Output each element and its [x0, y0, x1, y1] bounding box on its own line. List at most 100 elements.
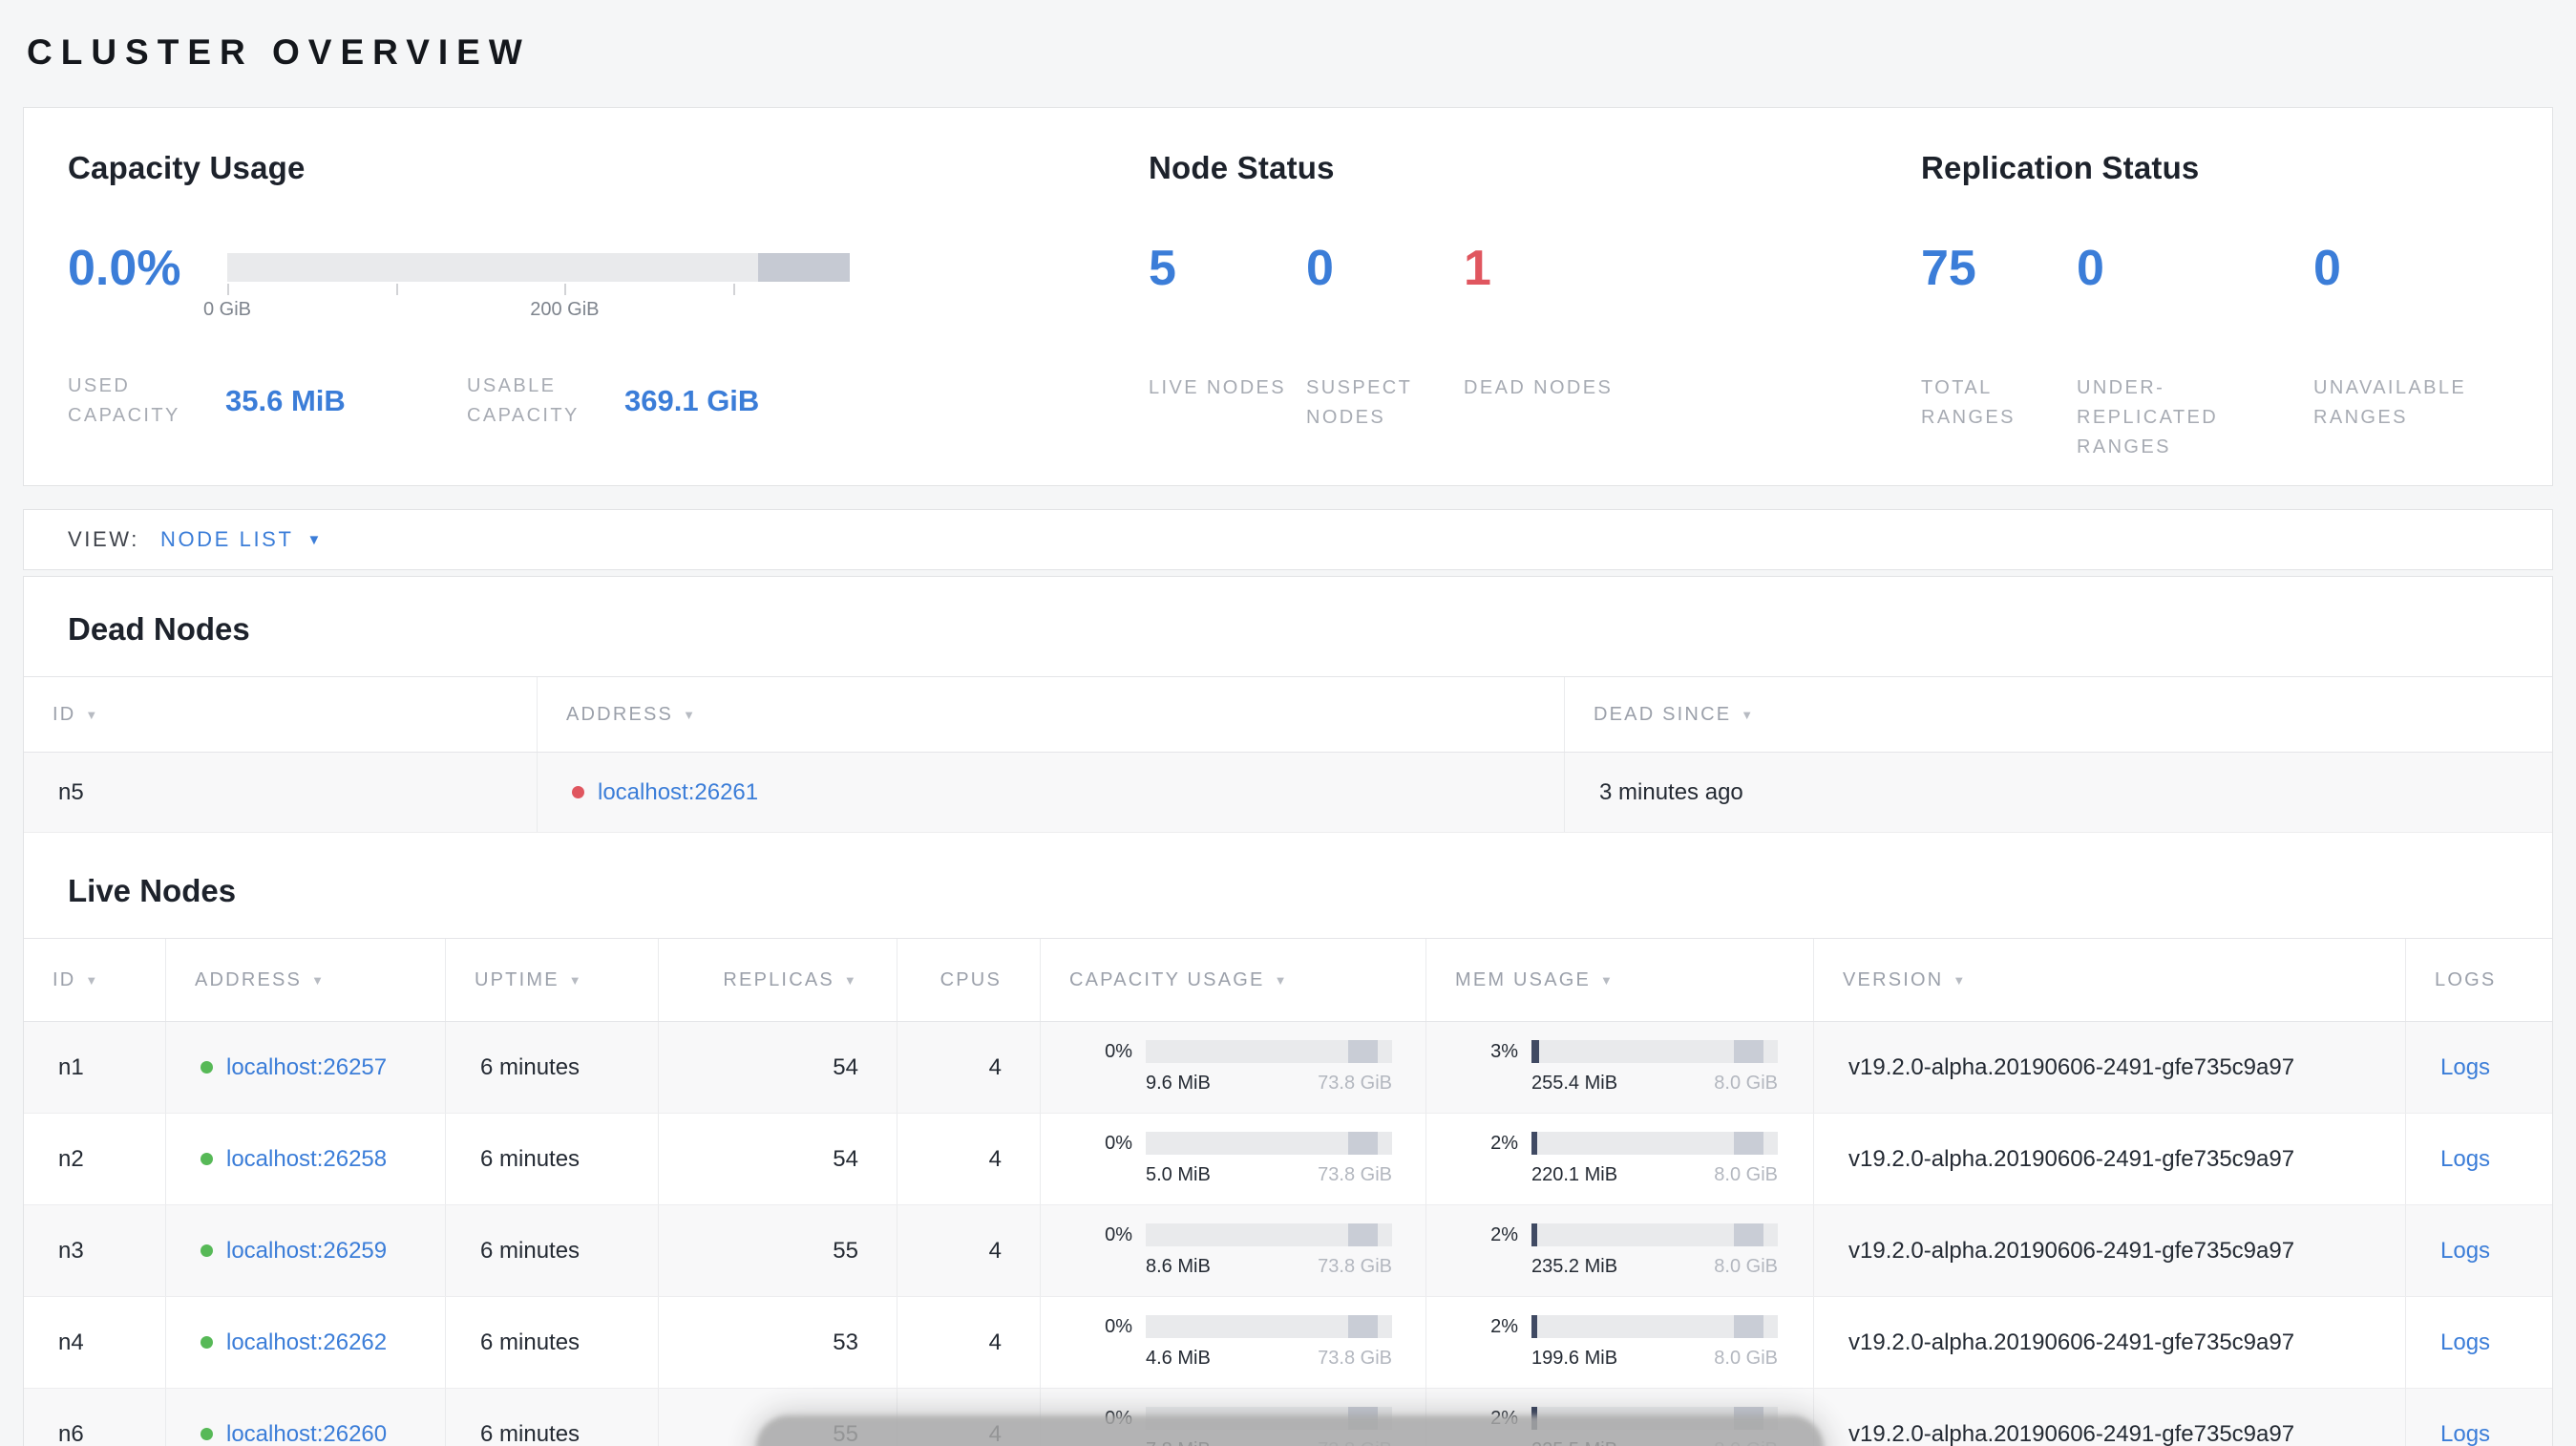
mem-mini-bar: [1531, 1040, 1778, 1063]
dead-nodes-count: 1: [1464, 241, 1491, 296]
total-ranges-label: TOTAL RANGES: [1921, 377, 2016, 428]
column-header-uptime[interactable]: UPTIME ▼: [445, 939, 658, 1021]
logs-link[interactable]: Logs: [2440, 1054, 2490, 1081]
suspect-nodes-stat: 0 SUSPECT NODES: [1306, 244, 1464, 433]
capacity-total-value: 73.8 GiB: [1318, 1256, 1392, 1277]
mem-usage-cell: 2% 235.2 MiB 8.0 GiB: [1425, 1205, 1813, 1296]
node-address-cell: localhost:26258: [165, 1114, 445, 1204]
capacity-usage-gauge: 0.0% 0 GiB 200 GiB: [68, 244, 1149, 349]
node-id-cell: n5: [58, 778, 84, 805]
node-status-section: Node Status 5 LIVE NODES 0 SUSPECT NODES…: [1149, 150, 1921, 485]
total-ranges-stat: 75 TOTAL RANGES: [1921, 244, 2077, 462]
under-replicated-ranges-count: 0: [2077, 241, 2104, 296]
version-cell: v19.2.0-alpha.20190606-2491-gfe735c9a97: [1813, 1297, 2405, 1388]
node-address-link[interactable]: localhost:26262: [226, 1329, 387, 1356]
cpus-cell: 4: [897, 1022, 1040, 1113]
column-header-dead-since[interactable]: DEAD SINCE ▼: [1564, 677, 2552, 752]
column-header-cpus[interactable]: CPUS: [897, 939, 1040, 1021]
dead-nodes-header-row: ID ▼ ADDRESS ▼ DEAD SINCE ▼: [24, 676, 2552, 753]
capacity-percent: 0%: [1105, 1132, 1132, 1154]
unavailable-ranges-count: 0: [2313, 241, 2341, 296]
live-nodes-stat: 5 LIVE NODES: [1149, 244, 1306, 433]
replication-status-section: Replication Status 75 TOTAL RANGES 0 UND…: [1921, 150, 2552, 485]
capacity-percent: 0%: [1105, 1315, 1132, 1337]
column-header-logs[interactable]: LOGS: [2405, 939, 2552, 1021]
view-selector-dropdown[interactable]: NODE LIST ▼: [160, 527, 324, 552]
capacity-axis-tick: [564, 284, 567, 295]
node-address-cell: localhost:26261: [537, 753, 1564, 832]
replicas-cell: 55: [658, 1205, 897, 1296]
column-header-address[interactable]: ADDRESS ▼: [537, 677, 1564, 752]
capacity-axis-tick: [395, 284, 398, 295]
node-address-link[interactable]: localhost:26258: [226, 1146, 387, 1173]
capacity-total-value: 73.8 GiB: [1318, 1164, 1392, 1185]
live-node-row: n2 localhost:26258 6 minutes 54 4 0% 5.0…: [24, 1114, 2552, 1205]
node-address-link[interactable]: localhost:26261: [598, 779, 758, 806]
node-id-cell: n1: [58, 1053, 84, 1080]
node-id-cell: n6: [58, 1420, 84, 1446]
column-header-version[interactable]: VERSION ▼: [1813, 939, 2405, 1021]
logs-link[interactable]: Logs: [2440, 1238, 2490, 1265]
column-header-replicas[interactable]: REPLICAS ▼: [658, 939, 897, 1021]
mem-total-value: 8.0 GiB: [1714, 1164, 1778, 1185]
node-address-link[interactable]: localhost:26260: [226, 1421, 387, 1446]
capacity-used-value: 9.6 MiB: [1146, 1073, 1211, 1094]
capacity-percent-value: 0.0%: [68, 241, 181, 296]
version-cell: v19.2.0-alpha.20190606-2491-gfe735c9a97: [1813, 1389, 2405, 1446]
view-selected-value: NODE LIST: [159, 527, 294, 551]
dead-nodes-label: DEAD NODES: [1464, 377, 1614, 398]
column-header-id[interactable]: ID ▼: [24, 677, 537, 752]
sort-caret-icon: ▼: [1741, 707, 1756, 722]
version-cell: v19.2.0-alpha.20190606-2491-gfe735c9a97: [1813, 1205, 2405, 1296]
sort-caret-icon: ▼: [311, 972, 327, 988]
replicas-cell: 54: [658, 1022, 897, 1113]
mem-used-value: 220.1 MiB: [1531, 1164, 1618, 1185]
live-nodes-label: LIVE NODES: [1149, 377, 1287, 398]
capacity-percent: 0%: [1105, 1040, 1132, 1062]
usable-capacity-label: USABLE CAPACITY: [467, 375, 580, 426]
column-header-address[interactable]: ADDRESS ▼: [165, 939, 445, 1021]
logs-link[interactable]: Logs: [2440, 1421, 2490, 1446]
cpus-cell: 4: [897, 1114, 1040, 1204]
node-address-link[interactable]: localhost:26257: [226, 1054, 387, 1081]
live-status-dot-icon: [201, 1428, 213, 1440]
capacity-usage-cell: 0% 8.6 MiB 73.8 GiB: [1040, 1205, 1425, 1296]
node-address-link[interactable]: localhost:26259: [226, 1238, 387, 1265]
logs-link[interactable]: Logs: [2440, 1146, 2490, 1173]
live-status-dot-icon: [201, 1244, 213, 1257]
used-capacity-value: 35.6 MiB: [225, 384, 346, 417]
usable-capacity-stat: USABLE CAPACITY 369.1 GiB: [467, 372, 759, 431]
capacity-usage-cell: 0% 4.6 MiB 73.8 GiB: [1040, 1297, 1425, 1388]
node-status-heading: Node Status: [1149, 150, 1335, 185]
uptime-cell: 6 minutes: [445, 1022, 658, 1113]
capacity-used-value: 8.6 MiB: [1146, 1256, 1211, 1277]
node-id-cell: n4: [58, 1329, 84, 1355]
column-header-id[interactable]: ID ▼: [24, 939, 165, 1021]
sort-caret-icon: ▼: [85, 707, 100, 722]
unavailable-ranges-stat: 0 UNAVAILABLE RANGES: [2313, 244, 2552, 462]
usable-capacity-value: 369.1 GiB: [624, 384, 760, 417]
live-node-row: n1 localhost:26257 6 minutes 54 4 0% 9.6…: [24, 1022, 2552, 1114]
sort-caret-icon: ▼: [1600, 972, 1615, 988]
chevron-down-icon: ▼: [306, 531, 324, 548]
live-status-dot-icon: [201, 1336, 213, 1349]
unavailable-ranges-label: UNAVAILABLE RANGES: [2313, 377, 2467, 428]
live-nodes-table: ID ▼ ADDRESS ▼ UPTIME ▼ REPLICAS ▼ CPUS: [24, 938, 2552, 1446]
page-bottom-shadow: [756, 1415, 1824, 1446]
column-header-mem-usage[interactable]: MEM USAGE ▼: [1425, 939, 1813, 1021]
logs-link[interactable]: Logs: [2440, 1329, 2490, 1356]
capacity-total-value: 73.8 GiB: [1318, 1348, 1392, 1369]
column-header-capacity-usage[interactable]: CAPACITY USAGE ▼: [1040, 939, 1425, 1021]
capacity-axis-tick: [227, 284, 229, 295]
logs-cell: Logs: [2405, 1022, 2552, 1113]
node-address-cell: localhost:26257: [165, 1022, 445, 1113]
sort-caret-icon: ▼: [683, 707, 698, 722]
uptime-cell: 6 minutes: [445, 1389, 658, 1446]
sort-caret-icon: ▼: [85, 972, 100, 988]
dead-status-dot-icon: [572, 786, 584, 798]
summary-card: Capacity Usage 0.0% 0 GiB 200 GiB USED C…: [23, 107, 2553, 486]
suspect-nodes-label: SUSPECT NODES: [1306, 377, 1412, 428]
capacity-mini-bar: [1146, 1223, 1392, 1246]
sort-caret-icon: ▼: [568, 972, 583, 988]
capacity-used-value: 5.0 MiB: [1146, 1164, 1211, 1185]
